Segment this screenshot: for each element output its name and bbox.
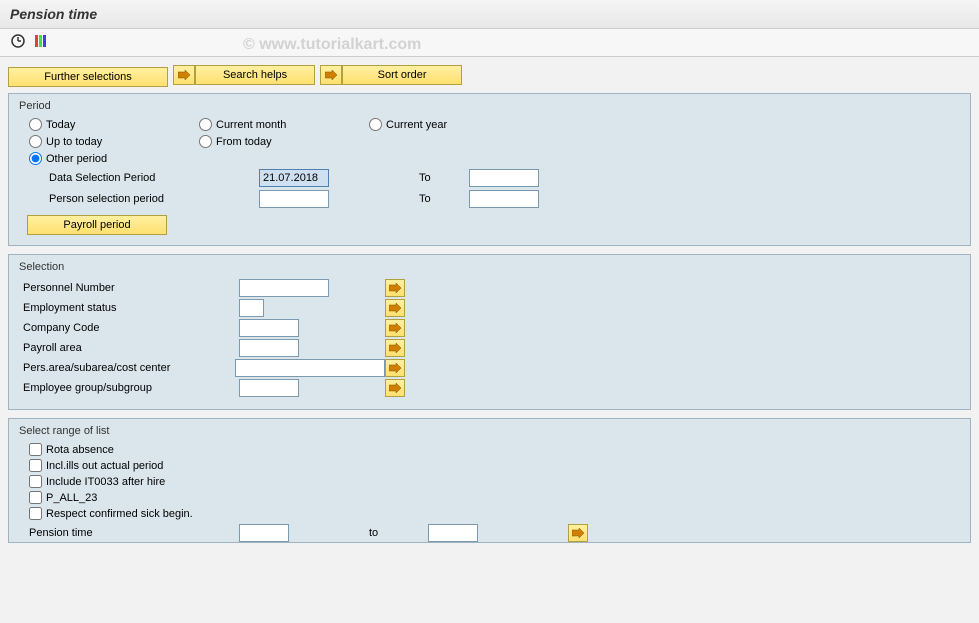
person-selection-period-label: Person selection period xyxy=(49,193,259,205)
range-panel: Select range of list Rota absence Incl.i… xyxy=(8,418,971,543)
payroll-area-more-icon[interactable] xyxy=(385,339,405,357)
pension-time-to-label: to xyxy=(369,527,378,539)
range-title: Select range of list xyxy=(19,425,960,437)
employee-group-input[interactable] xyxy=(239,379,299,397)
employment-status-more-icon[interactable] xyxy=(385,299,405,317)
pers-area-more-icon[interactable] xyxy=(385,359,405,377)
toolbar xyxy=(0,29,979,57)
pers-area-input[interactable] xyxy=(235,359,385,377)
company-code-more-icon[interactable] xyxy=(385,319,405,337)
employee-group-label: Employee group/subgroup xyxy=(19,382,239,394)
further-selections-button[interactable]: Further selections xyxy=(8,67,168,87)
rota-absence-label: Rota absence xyxy=(46,444,114,456)
content: Further selections Search helps Sort ord… xyxy=(0,57,979,551)
search-helps-button[interactable]: Search helps xyxy=(195,65,315,85)
person-selection-from-input[interactable] xyxy=(259,190,329,208)
p-all-23-checkbox[interactable]: P_ALL_23 xyxy=(19,491,960,504)
radio-today[interactable]: Today xyxy=(29,118,199,131)
pension-time-more-icon[interactable] xyxy=(568,524,588,542)
radio-other-period[interactable]: Other period xyxy=(29,152,199,165)
radio-other-period-label: Other period xyxy=(46,153,107,165)
radio-current-month-label: Current month xyxy=(216,119,286,131)
payroll-period-button[interactable]: Payroll period xyxy=(27,215,167,235)
payroll-area-input[interactable] xyxy=(239,339,299,357)
sort-order-button[interactable]: Sort order xyxy=(342,65,462,85)
to-label-1: To xyxy=(419,172,469,184)
employment-status-input[interactable] xyxy=(239,299,264,317)
rota-absence-checkbox[interactable]: Rota absence xyxy=(19,443,960,456)
person-selection-to-input[interactable] xyxy=(469,190,539,208)
employee-group-more-icon[interactable] xyxy=(385,379,405,397)
radio-from-today[interactable]: From today xyxy=(199,135,369,148)
personnel-number-label: Personnel Number xyxy=(19,282,239,294)
selection-title: Selection xyxy=(19,261,960,273)
radio-from-today-label: From today xyxy=(216,136,272,148)
selection-panel: Selection Personnel Number Employment st… xyxy=(8,254,971,410)
data-selection-period-label: Data Selection Period xyxy=(49,172,259,184)
radio-current-year[interactable]: Current year xyxy=(369,118,539,131)
page-title: Pension time xyxy=(0,0,979,29)
include-it0033-checkbox[interactable]: Include IT0033 after hire xyxy=(19,475,960,488)
p-all-23-label: P_ALL_23 xyxy=(46,492,97,504)
to-label-2: To xyxy=(419,193,469,205)
radio-up-to-today-label: Up to today xyxy=(46,136,102,148)
data-selection-from-input[interactable] xyxy=(259,169,329,187)
incl-ills-label: Incl.ills out actual period xyxy=(46,460,163,472)
radio-current-month[interactable]: Current month xyxy=(199,118,369,131)
employment-status-label: Employment status xyxy=(19,302,239,314)
pension-time-label: Pension time xyxy=(29,527,239,539)
period-title: Period xyxy=(19,100,960,112)
pension-time-to-input[interactable] xyxy=(428,524,478,542)
pension-time-from-input[interactable] xyxy=(239,524,289,542)
company-code-label: Company Code xyxy=(19,322,239,334)
radio-current-year-label: Current year xyxy=(386,119,447,131)
button-row: Further selections Search helps Sort ord… xyxy=(8,65,971,87)
sort-order-arrow-icon[interactable] xyxy=(320,65,342,85)
include-it0033-label: Include IT0033 after hire xyxy=(46,476,165,488)
pers-area-label: Pers.area/subarea/cost center xyxy=(19,362,235,374)
respect-confirmed-checkbox[interactable]: Respect confirmed sick begin. xyxy=(19,507,960,520)
period-panel: Period Today Current month Current year … xyxy=(8,93,971,246)
incl-ills-checkbox[interactable]: Incl.ills out actual period xyxy=(19,459,960,472)
personnel-number-input[interactable] xyxy=(239,279,329,297)
search-helps-arrow-icon[interactable] xyxy=(173,65,195,85)
variants-icon[interactable] xyxy=(33,33,49,52)
payroll-area-label: Payroll area xyxy=(19,342,239,354)
company-code-input[interactable] xyxy=(239,319,299,337)
personnel-number-more-icon[interactable] xyxy=(385,279,405,297)
data-selection-to-input[interactable] xyxy=(469,169,539,187)
execute-icon[interactable] xyxy=(10,33,26,52)
radio-up-to-today[interactable]: Up to today xyxy=(29,135,199,148)
respect-confirmed-label: Respect confirmed sick begin. xyxy=(46,508,193,520)
radio-today-label: Today xyxy=(46,119,75,131)
